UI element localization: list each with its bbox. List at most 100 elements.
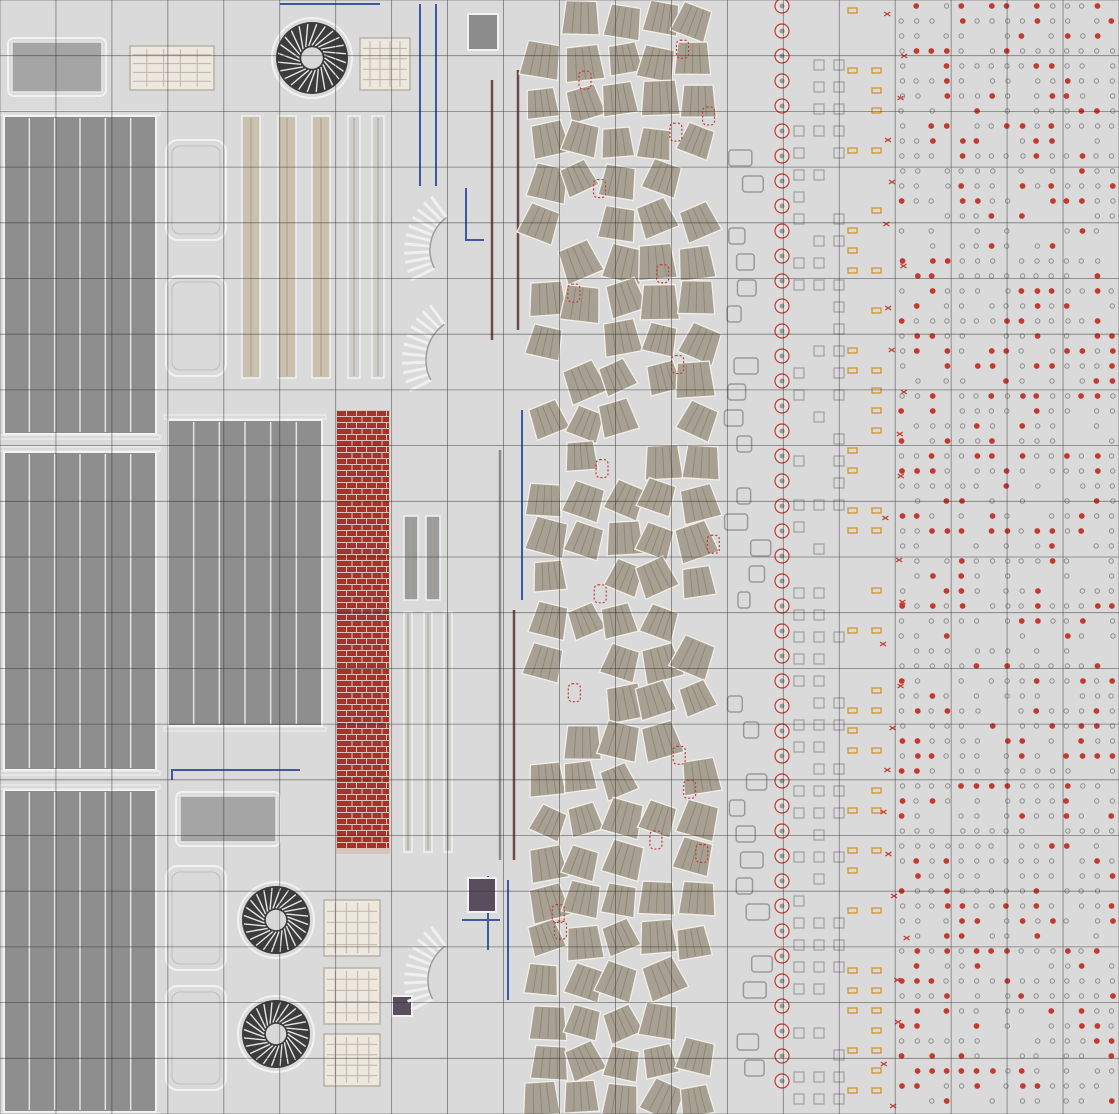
bolt-dot xyxy=(1005,603,1011,609)
bolt-dot xyxy=(1064,408,1070,414)
brick xyxy=(357,603,366,608)
bolt-dot xyxy=(899,153,905,159)
bolt-dot xyxy=(1050,393,1056,399)
bolt-dot xyxy=(989,828,995,834)
stone-tile-icon xyxy=(533,559,568,593)
brick xyxy=(367,699,376,704)
bolt-dot xyxy=(1018,528,1024,534)
bolt-dot xyxy=(1078,3,1085,9)
bolt-dot xyxy=(1034,453,1040,459)
brick xyxy=(342,525,352,530)
bolt-dot xyxy=(1033,363,1040,369)
bolt-dot xyxy=(1003,588,1009,594)
bolt-dot xyxy=(958,273,964,279)
bolt-dot xyxy=(1064,363,1070,369)
bolt-dot xyxy=(958,1053,965,1059)
beam xyxy=(347,115,361,379)
bolt-dot xyxy=(914,33,920,39)
bolt-dot xyxy=(913,663,920,669)
bolt-dot xyxy=(1033,858,1039,864)
bolt-dot xyxy=(1094,483,1101,489)
square-part xyxy=(813,279,825,291)
bolt-dot xyxy=(1033,813,1040,819)
stone-tile-icon xyxy=(679,84,718,118)
square-part xyxy=(793,939,805,951)
brick xyxy=(337,507,346,512)
bolt-dot xyxy=(928,753,935,759)
bolt-dot xyxy=(958,1083,965,1089)
bolt-dot xyxy=(960,738,966,744)
brick xyxy=(337,435,346,440)
bolt-dot xyxy=(1050,198,1056,204)
bolt-dot xyxy=(988,348,995,354)
label-tag xyxy=(871,67,882,74)
brick xyxy=(352,705,362,710)
bolt-dot xyxy=(973,903,979,909)
bolt-dot xyxy=(943,663,950,669)
bolt-dot xyxy=(1063,558,1070,564)
bolt-dot xyxy=(958,933,965,939)
brick xyxy=(347,567,356,572)
brick xyxy=(357,579,366,584)
bolt-dot xyxy=(1109,618,1116,624)
bolt-dot xyxy=(1063,303,1070,309)
bolt-dot xyxy=(1110,198,1116,204)
bolt-dot xyxy=(1109,78,1115,84)
label-tag xyxy=(871,807,882,814)
brick xyxy=(367,411,376,416)
brick xyxy=(367,771,376,776)
bolt-dot xyxy=(1035,483,1041,489)
bolt-dot xyxy=(914,18,920,24)
brick xyxy=(362,561,372,566)
stone-tile-icon xyxy=(678,200,723,245)
brick xyxy=(342,573,352,578)
bolt-dot xyxy=(973,423,980,429)
label-tag xyxy=(847,1007,858,1014)
beam xyxy=(277,115,297,379)
bolt-dot xyxy=(989,558,996,564)
bolt-dot xyxy=(1048,1023,1054,1029)
bolt-dot xyxy=(898,198,905,204)
bolt-dot xyxy=(1094,273,1101,279)
bolt-dot xyxy=(958,78,965,84)
bolt-dot xyxy=(1094,198,1100,204)
bolt-dot xyxy=(1004,1008,1011,1014)
bolt-dot xyxy=(943,63,950,69)
brick xyxy=(342,753,352,758)
brick xyxy=(372,585,382,590)
pipe-line xyxy=(465,188,484,241)
brick xyxy=(377,783,386,788)
brick xyxy=(387,519,389,524)
brick xyxy=(387,435,389,440)
bolt-dot xyxy=(1019,813,1026,819)
stone-tile-icon xyxy=(563,759,599,794)
brick xyxy=(347,639,356,644)
bolt-dot xyxy=(989,78,996,84)
brick xyxy=(377,843,386,848)
bolt-dot xyxy=(913,183,920,189)
bolt-dot xyxy=(914,1008,921,1014)
bolt-dot xyxy=(914,753,921,759)
stone-tile-icon xyxy=(671,835,714,878)
brick xyxy=(337,591,346,596)
bolt-dot xyxy=(989,183,995,189)
bolt-dot xyxy=(1109,363,1115,369)
brick xyxy=(357,495,366,500)
bolt-dot xyxy=(973,213,979,219)
brick xyxy=(357,651,366,656)
bolt-dot xyxy=(1065,948,1071,954)
bolt-dot xyxy=(988,153,995,159)
bolt-dot xyxy=(1108,543,1115,549)
brick xyxy=(357,735,366,740)
bolt-dot xyxy=(944,438,951,444)
brick xyxy=(362,645,372,650)
brick xyxy=(357,471,366,476)
bolt-dot xyxy=(1080,483,1086,489)
bolt-dot xyxy=(1108,18,1115,24)
bolt-dot xyxy=(1063,468,1069,474)
stone-tile-icon xyxy=(527,600,569,642)
small-part xyxy=(736,1033,760,1051)
bolt-dot xyxy=(944,168,951,174)
bolt-icon xyxy=(774,673,790,689)
bolt-dot xyxy=(1079,63,1085,69)
